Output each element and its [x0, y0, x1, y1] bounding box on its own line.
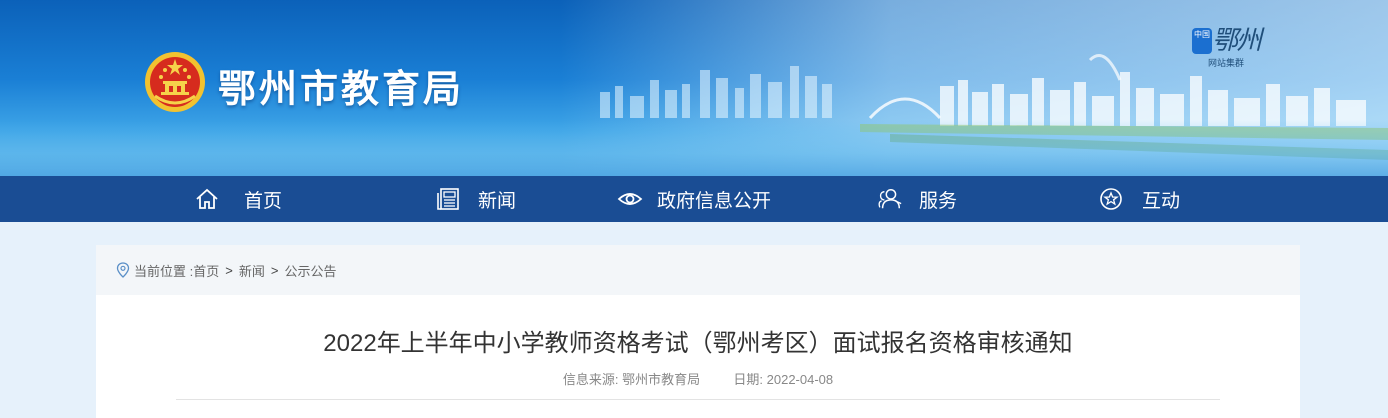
nav-label: 互动: [1142, 190, 1181, 212]
source-value: 鄂州市教育局: [622, 372, 701, 387]
location-pin-icon: [116, 262, 130, 278]
date-value: 2022-04-08: [766, 372, 834, 387]
article-title: 2022年上半年中小学教师资格考试（鄂州考区）面试报名资格审核通知: [323, 330, 1073, 357]
nav-item-service[interactable]: 服务: [877, 176, 957, 222]
breadcrumb-link-notices[interactable]: 公示公告: [284, 261, 336, 280]
star-icon: [1100, 188, 1122, 210]
nav-item-gov-info[interactable]: 政府信息公开: [617, 176, 771, 222]
national-emblem-icon: [145, 52, 205, 112]
ezhou-calligraphy: 鄂州: [1212, 26, 1262, 56]
breadcrumb-separator: >: [225, 262, 233, 278]
divider: [176, 399, 1220, 400]
banner-water: [0, 120, 1388, 176]
breadcrumb-link-home[interactable]: 首页: [193, 261, 219, 280]
cluster-logo[interactable]: 中国 鄂州 网站集群: [1192, 20, 1262, 70]
date-label: 日期:: [733, 372, 763, 387]
main-nav: 首页 新闻 政府信息公开 服务 互动: [0, 176, 1388, 222]
home-icon: [196, 188, 218, 209]
breadcrumb-separator: >: [270, 262, 279, 278]
nav-item-news[interactable]: 新闻: [436, 176, 516, 222]
newspaper-icon: [437, 188, 459, 210]
site-title: 鄂州市教育局: [218, 66, 465, 111]
breadcrumb-prefix: 当前位置 :: [134, 263, 194, 279]
site-banner: 鄂州市教育局 中国 鄂州 网站集群: [0, 0, 1388, 176]
article-panel: 当前位置 : 首页 > 新闻 > 公示公告 2022年上半年中小学教师资格考试（…: [96, 245, 1300, 418]
source-label: 信息来源:: [562, 372, 619, 387]
nav-item-interaction[interactable]: 互动: [1098, 176, 1180, 222]
cluster-subtitle: 网站集群: [1208, 58, 1245, 68]
breadcrumb-link-news[interactable]: 新闻: [239, 261, 265, 280]
breadcrumb: 当前位置 : 首页 > 新闻 > 公示公告: [96, 245, 1300, 295]
nav-label: 服务: [919, 190, 958, 212]
eye-icon: [617, 193, 643, 205]
people-icon: [878, 188, 902, 209]
nav-item-home[interactable]: 首页: [194, 176, 282, 222]
china-badge: 中国: [1192, 28, 1212, 54]
article-meta: 信息来源: 鄂州市教育局 日期: 2022-04-08: [96, 369, 1300, 388]
nav-label: 新闻: [478, 190, 517, 212]
nav-label: 政府信息公开: [657, 190, 772, 212]
nav-label: 首页: [244, 190, 283, 212]
